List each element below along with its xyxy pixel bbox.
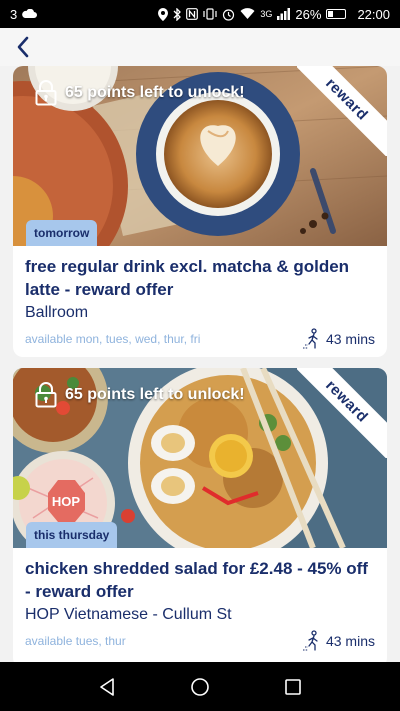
offer-image: 65 points left to unlock! reward tomorro…: [13, 66, 387, 246]
app-header: [0, 28, 400, 66]
battery-icon: [326, 9, 347, 19]
recents-nav-button[interactable]: [273, 667, 313, 707]
availability-text: available tues, thur: [25, 634, 126, 648]
chevron-left-icon: [17, 36, 29, 58]
offer-title: free regular drink excl. matcha & golden…: [25, 257, 350, 299]
notification-count: 3: [10, 6, 18, 22]
svg-text:HOP: HOP: [52, 494, 81, 509]
location-icon: [158, 7, 169, 21]
date-pill: tomorrow: [26, 220, 98, 246]
circle-home-icon: [191, 677, 209, 696]
reward-label: reward: [322, 376, 372, 426]
walk-time-text: 43 mins: [325, 331, 375, 347]
walk-time: 43 mins: [302, 328, 375, 350]
back-button[interactable]: [8, 32, 38, 62]
cloud-icon: [22, 9, 38, 18]
vibrate-icon: [203, 8, 218, 20]
lock-text: 65 points left to unlock!: [65, 386, 245, 403]
network-type: 3G: [260, 9, 273, 19]
system-navigation-bar: [0, 662, 400, 711]
clock: 22:00: [357, 6, 390, 22]
reward-ribbon: reward: [297, 368, 387, 458]
offer-image: HOP 65 points left to unlock! reward thi…: [13, 368, 387, 548]
offers-feed[interactable]: 65 points left to unlock! reward tomorro…: [0, 66, 400, 662]
signal-icon: [277, 8, 291, 20]
padlock-icon: [35, 382, 57, 408]
lock-notice: 65 points left to unlock!: [35, 382, 245, 408]
walk-time-text: 43 mins: [325, 633, 375, 649]
offer-title: chicken shredded salad for £2.48 - 45% o…: [25, 559, 368, 601]
availability-text: available mon, tues, wed, thur, fri: [25, 332, 201, 346]
reward-ribbon: reward: [297, 66, 387, 156]
offer-card[interactable]: 65 points left to unlock! reward tomorro…: [13, 66, 387, 357]
battery-percent: 26%: [295, 6, 322, 22]
status-bar: 3 3G 26% 22:00: [0, 0, 400, 28]
bluetooth-icon: [173, 7, 182, 21]
offer-card[interactable]: HOP 65 points left to unlock! reward thi…: [13, 368, 387, 662]
nfc-icon: [186, 8, 199, 20]
date-pill: this thursday: [26, 522, 118, 548]
triangle-back-icon: [99, 677, 114, 696]
alarm-icon: [223, 8, 235, 21]
walking-person-icon: [302, 630, 318, 651]
venue-name: Ballroom: [25, 304, 89, 321]
walking-person-icon: [302, 328, 318, 349]
lock-text: 65 points left to unlock!: [65, 84, 245, 101]
padlock-icon: [35, 80, 57, 106]
square-recents-icon: [285, 678, 302, 695]
lock-notice: 65 points left to unlock!: [35, 80, 245, 106]
home-nav-button[interactable]: [180, 667, 220, 707]
back-nav-button[interactable]: [87, 667, 127, 707]
wifi-icon: [240, 8, 255, 19]
venue-name: HOP Vietnamese - Cullum St: [25, 606, 232, 623]
walk-time: 43 mins: [302, 630, 375, 652]
reward-label: reward: [322, 74, 372, 124]
